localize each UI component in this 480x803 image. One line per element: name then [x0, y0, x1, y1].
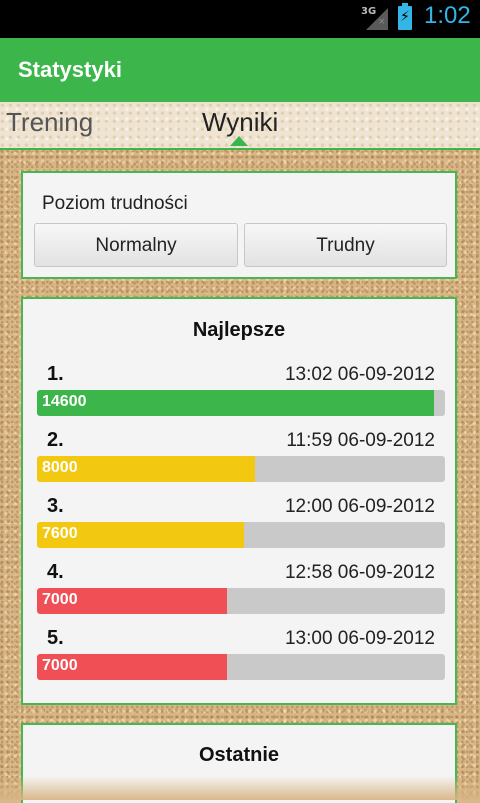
- score-rank: 4.: [47, 561, 64, 583]
- score-entry: 5. 13:00 06-09-2012 7000: [23, 627, 455, 693]
- normal-difficulty-button[interactable]: Normalny: [34, 223, 238, 267]
- score-bar-fill: [37, 390, 434, 416]
- score-entry: 4. 12:58 06-09-2012 7000: [23, 561, 455, 627]
- score-rank: 1.: [47, 363, 64, 385]
- tab-selected-indicator: [230, 136, 248, 146]
- score-value: 8000: [42, 459, 78, 476]
- hard-difficulty-button[interactable]: Trudny: [244, 223, 447, 267]
- score-bar-track: 8000: [37, 456, 445, 482]
- score-rank: 5.: [47, 627, 64, 649]
- score-date: 13:02 06-09-2012: [284, 364, 435, 385]
- tab-results[interactable]: Wyniki: [202, 107, 278, 138]
- status-bar: 3G × ⚡ 1:02: [0, 0, 480, 38]
- score-value: 7000: [42, 591, 78, 608]
- score-entry: 3. 12:00 06-09-2012 7600: [23, 495, 455, 561]
- score-value: 7600: [42, 525, 78, 542]
- score-date: 12:58 06-09-2012: [284, 562, 435, 583]
- score-bar-track: 14600: [37, 390, 445, 416]
- score-rank: 2.: [47, 429, 64, 451]
- status-time: 1:02: [424, 2, 471, 29]
- score-date: 12:00 06-09-2012: [284, 496, 435, 517]
- app-title: Statystyki: [18, 57, 122, 82]
- score-value: 7000: [42, 657, 78, 674]
- score-date: 13:00 06-09-2012: [284, 628, 435, 649]
- bottom-fade: [0, 776, 480, 800]
- best-scores-card: Najlepsze 1. 13:02 06-09-2012 14600 2. 11:59…: [21, 297, 457, 705]
- charging-bolt-icon: ⚡: [400, 9, 410, 25]
- score-value: 14600: [42, 393, 87, 410]
- score-date: 11:59 06-09-2012: [286, 430, 435, 451]
- score-bar-track: 7000: [37, 588, 445, 614]
- recent-scores-title: Ostatnie: [198, 744, 280, 766]
- score-entry: 2. 11:59 06-09-2012 8000: [23, 429, 455, 495]
- score-entry: 1. 13:02 06-09-2012 14600: [23, 363, 455, 429]
- difficulty-card: Poziom trudności Normalny Trudny: [21, 171, 457, 279]
- score-rank: 3.: [47, 495, 64, 517]
- no-data-icon: ×: [378, 17, 386, 27]
- action-bar: Statystyki: [0, 38, 480, 102]
- best-scores-title: Najlepsze: [192, 319, 286, 341]
- tab-training[interactable]: Trening: [6, 107, 93, 138]
- difficulty-label: Poziom trudności: [42, 193, 188, 214]
- score-bar-track: 7600: [37, 522, 445, 548]
- score-bar-track: 7000: [37, 654, 445, 680]
